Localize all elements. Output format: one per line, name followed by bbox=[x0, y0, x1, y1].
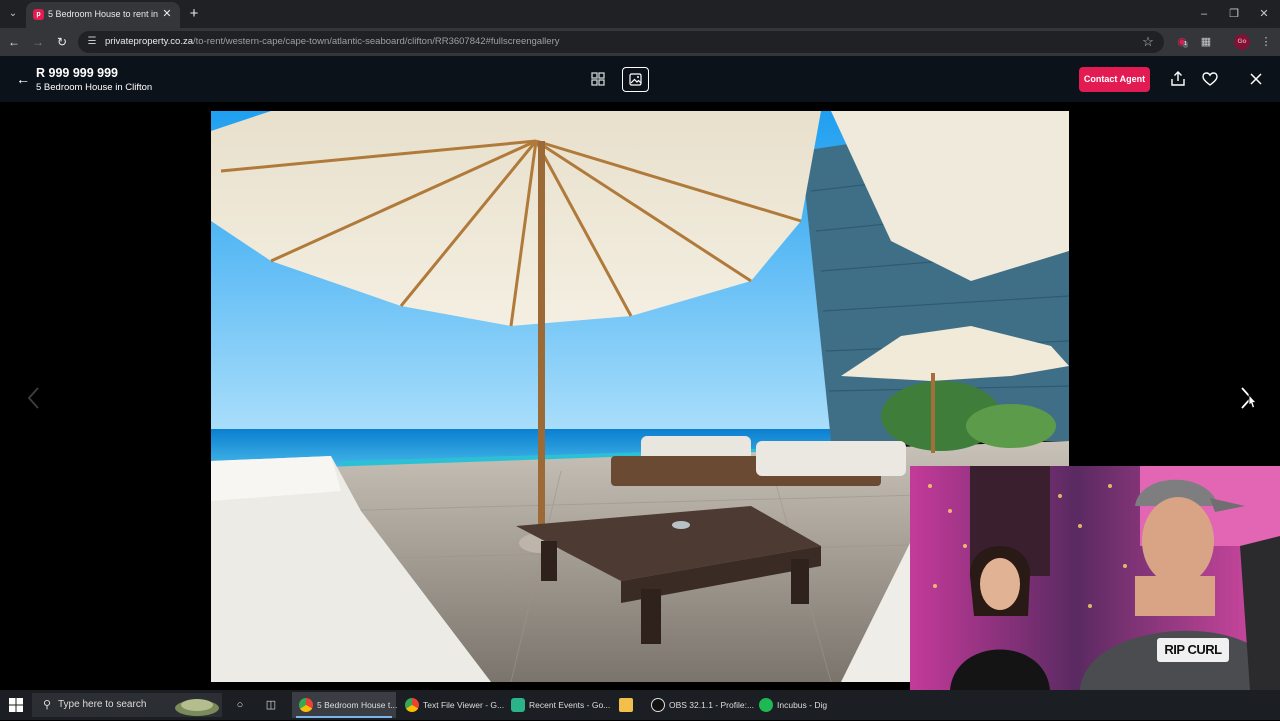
windows-start-icon[interactable] bbox=[8, 697, 24, 713]
previous-photo-arrow-icon[interactable] bbox=[24, 384, 44, 412]
search-highlight-image bbox=[174, 694, 220, 716]
bookmark-star-icon[interactable]: ☆ bbox=[1140, 34, 1156, 50]
listing-title: 5 Bedroom House in Clifton bbox=[36, 82, 153, 93]
chrome-icon bbox=[405, 698, 419, 712]
taskbar-app-label: Incubus - Dig bbox=[777, 700, 828, 710]
browser-menu-icon[interactable]: ⋮ bbox=[1258, 34, 1274, 50]
app-icon bbox=[511, 698, 525, 712]
minimize-window-icon[interactable]: – bbox=[1196, 6, 1212, 22]
share-icon[interactable] bbox=[1168, 69, 1188, 89]
favourite-heart-icon[interactable] bbox=[1200, 69, 1220, 89]
close-tab-icon[interactable]: ✕ bbox=[160, 7, 174, 21]
taskbar-search-box[interactable]: ⚲ Type here to search bbox=[32, 693, 222, 717]
task-view-icon[interactable]: ◫ bbox=[264, 698, 278, 712]
extensions-puzzle-icon[interactable]: ▦ bbox=[1198, 34, 1214, 50]
profile-avatar[interactable]: Go bbox=[1234, 34, 1250, 50]
site-favicon-icon: p bbox=[33, 9, 44, 20]
extension-icon[interactable]: ◉ 1 bbox=[1174, 34, 1190, 50]
taskbar-app-label: 5 Bedroom House t... bbox=[317, 700, 398, 710]
contact-agent-button[interactable]: Contact Agent bbox=[1079, 67, 1150, 92]
shirt-logo-text: RIP CURL bbox=[1157, 638, 1229, 662]
gallery-back-icon[interactable]: ← bbox=[14, 70, 32, 88]
taskbar-app-file-explorer[interactable] bbox=[612, 692, 640, 718]
tab-search-icon[interactable]: ⌄ bbox=[6, 7, 20, 21]
restore-window-icon[interactable]: ❐ bbox=[1226, 6, 1242, 22]
url-text[interactable]: privateproperty.co.za/to-rent/western-ca… bbox=[105, 36, 560, 47]
obs-icon bbox=[651, 698, 665, 712]
url-path: /to-rent/western-cape/cape-town/atlantic… bbox=[193, 36, 560, 47]
extension-badge: 1 bbox=[1183, 41, 1188, 48]
active-app-indicator bbox=[296, 716, 392, 718]
cortana-icon[interactable]: ○ bbox=[233, 698, 247, 712]
listing-price: R 999 999 999 bbox=[36, 66, 119, 80]
taskbar-app-obs[interactable]: OBS 32.1.1 - Profile:... bbox=[644, 692, 754, 718]
reload-icon[interactable]: ↻ bbox=[54, 34, 70, 50]
taskbar-app-text-viewer[interactable]: Text File Viewer - G... bbox=[398, 692, 505, 718]
taskbar-app-label: Text File Viewer - G... bbox=[423, 700, 505, 710]
taskbar-app-label: OBS 32.1.1 - Profile:... bbox=[669, 700, 755, 710]
spotify-icon bbox=[759, 698, 773, 712]
taskbar-app-chrome-listing[interactable]: 5 Bedroom House t... bbox=[292, 692, 398, 718]
new-tab-icon[interactable]: + bbox=[186, 6, 202, 22]
taskbar-app-spotify[interactable]: Incubus - Dig bbox=[752, 692, 856, 718]
browser-toolbar: ← → ↻ ☰ privateproperty.co.za/to-rent/we… bbox=[0, 28, 1280, 56]
search-icon: ⚲ bbox=[42, 699, 52, 711]
url-host: privateproperty.co.za bbox=[105, 36, 194, 47]
windows-taskbar: ⚲ Type here to search ○ ◫ 5 Bedroom Hous… bbox=[0, 690, 1280, 720]
close-gallery-icon[interactable] bbox=[1246, 69, 1266, 89]
grid-view-icon[interactable] bbox=[588, 69, 608, 89]
site-info-icon[interactable]: ☰ bbox=[85, 35, 99, 49]
forward-icon[interactable]: → bbox=[30, 34, 46, 50]
folder-icon bbox=[619, 698, 633, 712]
back-icon[interactable]: ← bbox=[6, 34, 22, 50]
browser-tab-strip: ⌄ p 5 Bedroom House to rent in Clifton ✕… bbox=[0, 0, 1280, 28]
taskbar-app-label: Recent Events - Go... bbox=[529, 700, 611, 710]
address-bar[interactable]: ☰ privateproperty.co.za/to-rent/western-… bbox=[78, 31, 1164, 53]
gallery-header: ← R 999 999 999 5 Bedroom House in Clift… bbox=[0, 56, 1280, 102]
chrome-icon bbox=[299, 698, 313, 712]
taskbar-search-placeholder: Type here to search bbox=[58, 699, 147, 710]
taskbar-app-recent-events[interactable]: Recent Events - Go... bbox=[504, 692, 611, 718]
photo-view-icon[interactable] bbox=[622, 67, 649, 92]
tab-title: 5 Bedroom House to rent in Clifton bbox=[48, 9, 158, 19]
mouse-cursor-icon bbox=[1246, 393, 1258, 410]
close-window-icon[interactable]: ✕ bbox=[1256, 6, 1272, 22]
browser-tab[interactable]: p 5 Bedroom House to rent in Clifton ✕ bbox=[26, 2, 180, 28]
